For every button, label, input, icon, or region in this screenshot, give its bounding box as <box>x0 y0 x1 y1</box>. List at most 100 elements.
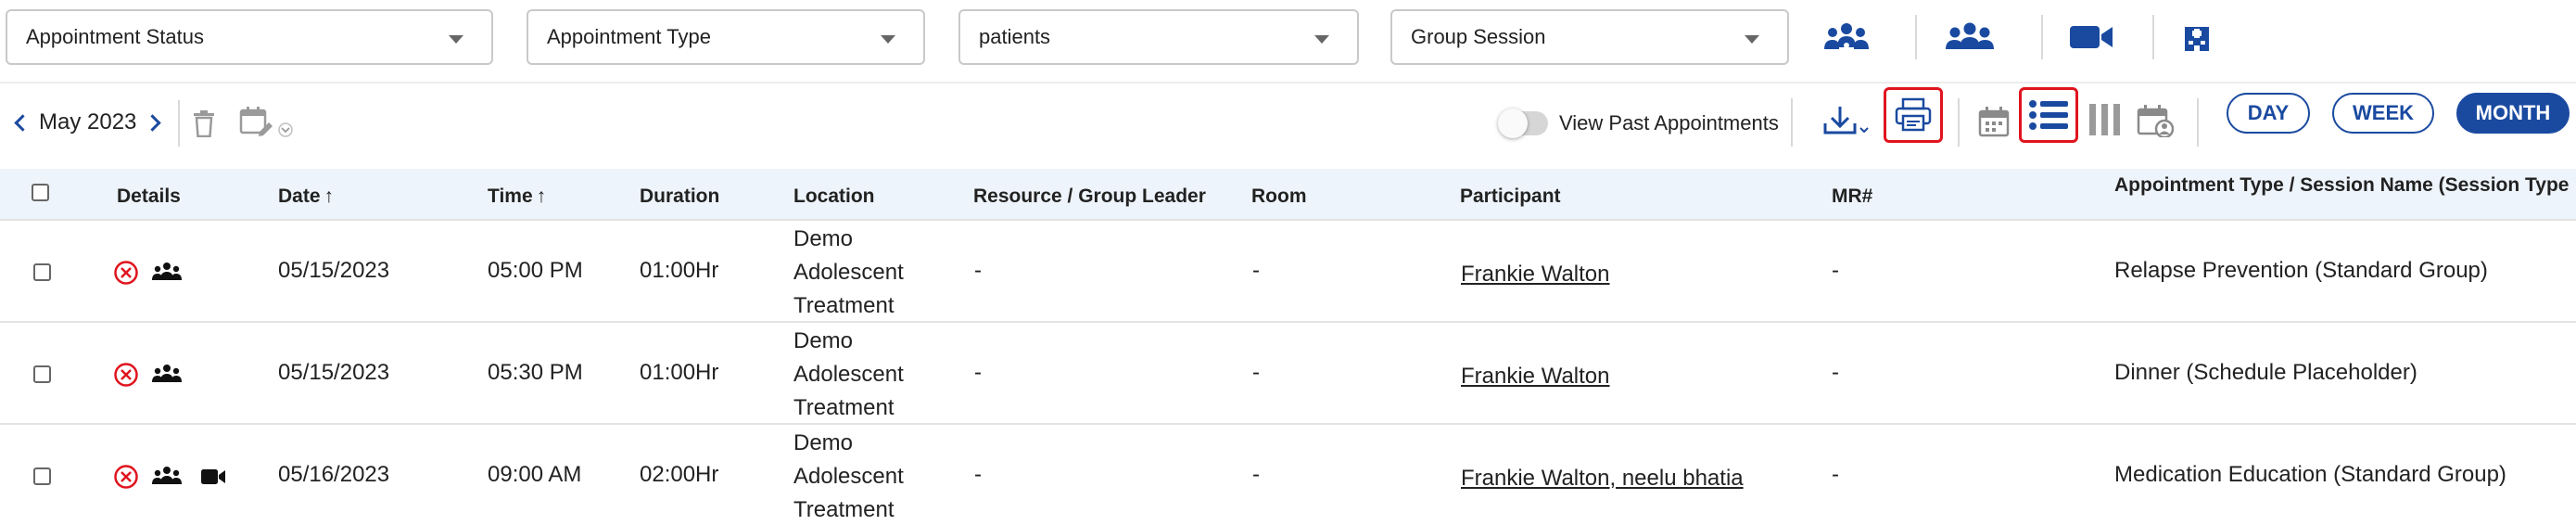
list-view-icon[interactable] <box>2019 87 2078 143</box>
chevron-down-icon <box>1314 35 1329 44</box>
table-row[interactable]: 05/16/2023 09:00 AM 02:00Hr Demo Adolesc… <box>0 425 2576 525</box>
video-camera-icon[interactable] <box>200 467 226 486</box>
resource-cell: - <box>974 258 982 283</box>
location-line: Adolescent <box>793 464 904 489</box>
group-icon <box>152 262 182 282</box>
divider <box>178 100 180 147</box>
header-mr[interactable]: MR# <box>1832 186 1872 208</box>
time-cell: 05:00 PM <box>488 258 583 283</box>
header-time-label: Time <box>488 186 533 207</box>
row-checkbox[interactable] <box>33 467 51 485</box>
divider <box>2041 15 2043 59</box>
time-cell: 05:30 PM <box>488 360 583 385</box>
location-cell: Demo Adolescent Treatment <box>793 325 904 425</box>
appointment-type-dropdown[interactable]: Appointment Type <box>527 9 925 65</box>
calendar-toolbar: May 2023 View Past Appointments <box>0 82 2576 165</box>
divider <box>2152 15 2154 59</box>
current-month: May 2023 <box>39 109 137 134</box>
appointment-type-cell: Dinner (Schedule Placeholder) <box>2114 360 2417 385</box>
location-line: Treatment <box>793 395 895 420</box>
group-icon <box>152 466 182 486</box>
group-session-value: Group Session <box>1411 25 1546 48</box>
row-checkbox[interactable] <box>33 365 51 383</box>
participant-link[interactable]: Frankie Walton <box>1461 262 1610 288</box>
resource-cell: - <box>974 462 982 487</box>
patients-value: patients <box>979 25 1051 48</box>
patients-dropdown[interactable]: patients <box>958 9 1359 65</box>
download-icon[interactable] <box>1821 98 1876 145</box>
mr-cell: - <box>1832 462 1839 487</box>
mr-cell: - <box>1832 360 1839 385</box>
calendar-view-icon[interactable] <box>1973 100 2015 143</box>
chevron-down-icon <box>881 35 895 44</box>
divider <box>2197 98 2199 147</box>
date-cell: 05/15/2023 <box>278 258 390 283</box>
location-line: Treatment <box>793 497 895 522</box>
calendar-edit-icon[interactable] <box>237 102 297 143</box>
header-duration[interactable]: Duration <box>640 186 719 208</box>
calendar-user-icon[interactable] <box>2134 98 2176 143</box>
month-view-button[interactable]: MONTH <box>2456 93 2570 134</box>
location-line: Treatment <box>793 293 895 318</box>
participant-link[interactable]: Frankie Walton, neelu bhatia <box>1461 466 1744 492</box>
print-icon[interactable] <box>1884 87 1943 143</box>
room-cell: - <box>1252 360 1260 385</box>
row-checkbox[interactable] <box>33 263 51 281</box>
header-resource[interactable]: Resource / Group Leader <box>973 186 1206 208</box>
room-cell: - <box>1252 258 1260 283</box>
table-row[interactable]: 05/15/2023 05:30 PM 01:00Hr Demo Adolesc… <box>0 323 2576 425</box>
cancel-circle-icon[interactable] <box>113 464 139 490</box>
duration-cell: 02:00Hr <box>640 462 719 487</box>
divider <box>1791 98 1793 147</box>
table-header: Details Date ↑ Time ↑ Duration Location Re… <box>0 169 2576 221</box>
chevron-down-icon <box>449 35 463 44</box>
location-line: Demo <box>793 226 854 251</box>
video-camera-icon[interactable] <box>2065 15 2117 59</box>
location-line: Adolescent <box>793 362 904 387</box>
view-past-label: View Past Appointments <box>1559 111 1779 134</box>
participant-link[interactable]: Frankie Walton <box>1461 364 1610 390</box>
hospital-icon[interactable] <box>2176 15 2217 59</box>
location-cell: Demo Adolescent Treatment <box>793 223 904 323</box>
duration-cell: 01:00Hr <box>640 360 719 385</box>
header-date-label: Date <box>278 186 321 207</box>
header-location[interactable]: Location <box>793 186 875 208</box>
appointment-status-value: Appointment Status <box>26 25 205 48</box>
prev-month-icon[interactable] <box>14 114 32 132</box>
cancel-circle-icon[interactable] <box>113 260 139 286</box>
cancel-circle-icon[interactable] <box>113 362 139 388</box>
header-details: Details <box>117 186 181 207</box>
date-cell: 05/16/2023 <box>278 462 390 487</box>
time-cell: 09:00 AM <box>488 462 582 487</box>
location-cell: Demo Adolescent Treatment <box>793 427 904 525</box>
week-view-button[interactable]: WEEK <box>2332 93 2434 134</box>
sort-arrow-icon: ↑ <box>324 186 335 207</box>
toggle-knob <box>1498 109 1528 138</box>
table-row[interactable]: 05/15/2023 05:00 PM 01:00Hr Demo Adolesc… <box>0 221 2576 323</box>
header-date[interactable]: Date ↑ <box>278 186 334 208</box>
users-icon[interactable] <box>1941 15 1999 59</box>
group-icon <box>152 364 182 384</box>
select-all-checkbox[interactable] <box>32 184 49 201</box>
group-session-dropdown[interactable]: Group Session <box>1390 9 1789 65</box>
chevron-down-icon <box>1745 35 1759 44</box>
users-gear-icon[interactable] <box>1819 15 1874 59</box>
filter-bar: Appointment Status Appointment Type pati… <box>0 0 2576 78</box>
appointment-type-cell: Medication Education (Standard Group) <box>2114 462 2506 487</box>
header-room[interactable]: Room <box>1251 186 1307 208</box>
location-line: Demo <box>793 430 854 455</box>
room-cell: - <box>1252 462 1260 487</box>
column-view-icon[interactable] <box>2084 96 2126 143</box>
location-line: Demo <box>793 328 854 353</box>
sort-arrow-icon: ↑ <box>536 186 547 207</box>
header-appointment-type[interactable]: Appointment Type / Session Name (Session… <box>2114 174 2570 197</box>
appointment-status-dropdown[interactable]: Appointment Status <box>6 9 493 65</box>
view-past-toggle[interactable] <box>1498 109 1548 138</box>
day-view-button[interactable]: DAY <box>2227 93 2310 134</box>
header-time[interactable]: Time ↑ <box>488 186 546 208</box>
next-month-icon[interactable] <box>144 114 161 132</box>
date-cell: 05/15/2023 <box>278 360 390 385</box>
header-participant[interactable]: Participant <box>1460 186 1561 208</box>
trash-icon[interactable] <box>185 104 222 143</box>
appointment-type-cell: Relapse Prevention (Standard Group) <box>2114 258 2488 283</box>
